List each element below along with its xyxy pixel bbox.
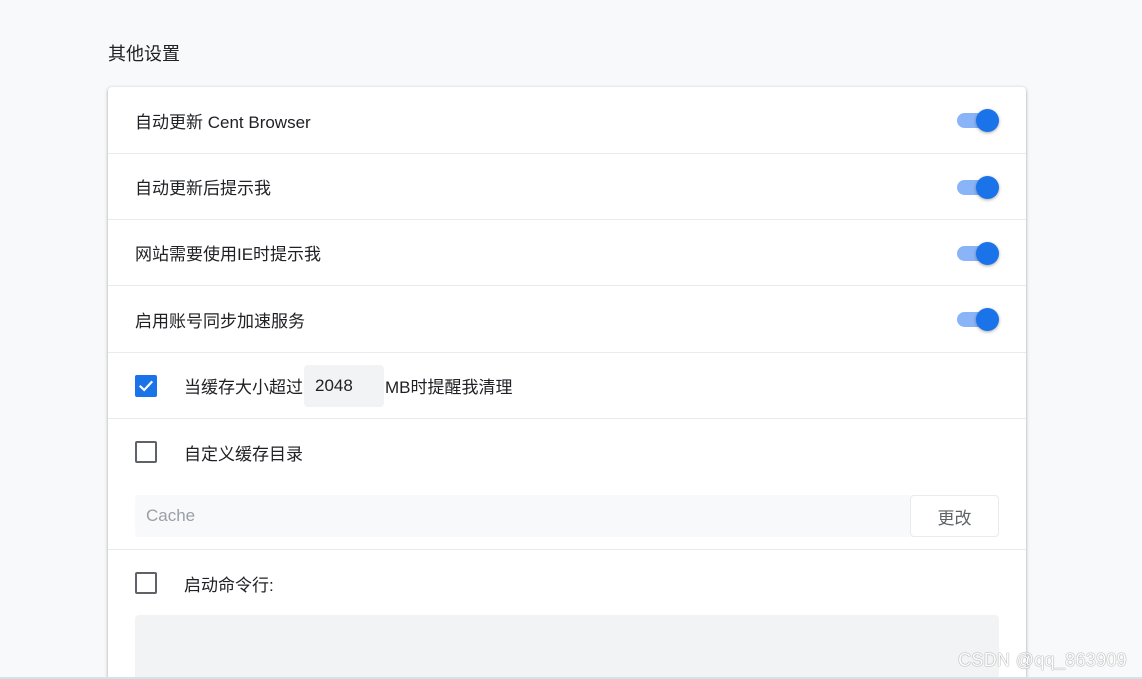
watermark: CSDN @qq_863909 [958,650,1127,670]
toggle-knob [976,241,999,265]
toggle-knob [976,109,999,132]
toggle-label: 自动更新 Cent Browser [135,112,311,132]
toggle-label: 自动更新后提示我 [135,179,271,198]
cache-limit-checkbox[interactable] [135,374,157,397]
settings-card: 自动更新 Cent Browser 自动更新后提示我 网站需要使用IE时提示我 … [108,87,1026,679]
cache-limit-row: 当缓存大小超过 2048 MB时提醒我清理 [108,353,1026,419]
sync-accel-toggle[interactable] [957,306,999,332]
custom-cache-dir-label: 自定义缓存目录 [184,444,303,464]
toggle-knob [976,175,999,199]
toggle-row-update-notify: 自动更新后提示我 [108,154,1026,220]
command-line-checkbox[interactable] [135,572,157,594]
update-notify-toggle[interactable] [957,174,999,200]
settings-page: 其他设置 自动更新 Cent Browser 自动更新后提示我 网站需要使用IE… [0,0,1142,679]
toggle-row-auto-update: 自动更新 Cent Browser [108,87,1026,154]
cache-limit-input[interactable]: 2048 [304,364,384,407]
command-line-textarea[interactable] [135,615,999,679]
custom-cache-dir-row: 自定义缓存目录 [108,419,1026,485]
custom-cache-dir-checkbox[interactable] [135,441,157,463]
check-icon [138,380,154,392]
toggle-row-sync-accel: 启用账号同步加速服务 [108,286,1026,353]
ie-notify-toggle[interactable] [957,240,999,266]
auto-update-toggle[interactable] [957,107,999,133]
cache-limit-prefix: 当缓存大小超过 [184,378,303,397]
section-title: 其他设置 [108,44,180,64]
command-line-label: 启动命令行: [184,575,274,595]
toggle-knob [976,308,999,331]
toggle-label: 网站需要使用IE时提示我 [135,245,322,264]
command-line-row: 启动命令行: [108,550,1026,616]
cache-limit-suffix: MB时提醒我清理 [385,378,513,397]
toggle-label: 启用账号同步加速服务 [135,311,305,331]
change-cache-dir-button[interactable]: 更改 [910,495,999,537]
toggle-row-ie-notify: 网站需要使用IE时提示我 [108,220,1026,286]
cache-path-field[interactable]: Cache [135,495,910,537]
